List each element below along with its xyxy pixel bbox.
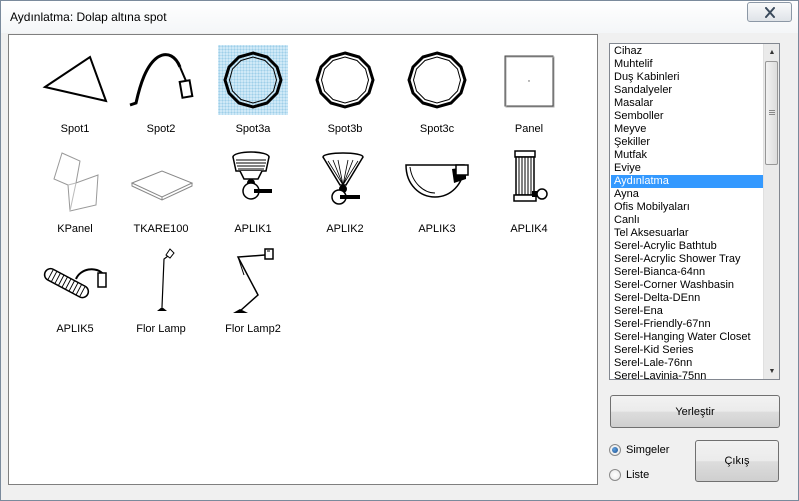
category-listbox[interactable]: Cihaz Muhtelif Duş Kabinleri Sandalyeler… bbox=[609, 43, 780, 380]
symbol-label: Flor Lamp2 bbox=[225, 323, 281, 335]
radio-symbols[interactable]: Simgeler bbox=[609, 444, 669, 456]
category-item[interactable]: Mutfak bbox=[611, 149, 764, 162]
window-title: Aydınlatma: Dolap altına spot bbox=[10, 10, 167, 24]
category-item[interactable]: Serel-Friendly-67nn bbox=[611, 318, 764, 331]
wall-lamp-4-icon bbox=[494, 145, 564, 215]
symbol-label: APLIK5 bbox=[56, 323, 94, 335]
scroll-down-icon[interactable]: ▼ bbox=[764, 363, 779, 379]
symbol-grid: Spot1 Spot2 Spot3a Spot3b Spot3c Panel K… bbox=[8, 34, 598, 485]
symbol-label: Spot2 bbox=[146, 123, 176, 135]
wall-lamp-1-icon bbox=[218, 145, 288, 215]
category-item[interactable]: Tel Aksesuarlar bbox=[611, 227, 764, 240]
symbol-label: Panel bbox=[514, 123, 544, 135]
grip-icon bbox=[769, 110, 775, 116]
symbol-item[interactable]: APLIK4 bbox=[486, 145, 572, 241]
square-tile-icon bbox=[126, 145, 196, 215]
category-item[interactable]: Serel-Lale-76nn bbox=[611, 357, 764, 370]
category-item[interactable]: Semboller bbox=[611, 110, 764, 123]
close-button[interactable] bbox=[747, 2, 792, 22]
symbol-label: Spot3b bbox=[327, 123, 363, 135]
wall-lamp-5-icon bbox=[40, 245, 110, 315]
symbol-item[interactable]: Spot2 bbox=[118, 45, 204, 141]
symbol-label: TKARE100 bbox=[133, 223, 189, 235]
spot-gooseneck-icon bbox=[126, 45, 196, 115]
symbol-label: KPanel bbox=[57, 223, 93, 235]
exit-button[interactable]: Çıkış bbox=[695, 440, 779, 482]
spot-dodecagon-icon bbox=[402, 45, 472, 115]
category-item[interactable]: Sandalyeler bbox=[611, 84, 764, 97]
symbol-item[interactable]: Flor Lamp2 bbox=[210, 245, 296, 341]
symbol-item[interactable]: Spot3c bbox=[394, 45, 480, 141]
category-item[interactable]: Duş Kabinleri bbox=[611, 71, 764, 84]
symbol-item[interactable]: Spot3b bbox=[302, 45, 388, 141]
category-item[interactable]: Serel-Bianca-64nn bbox=[611, 266, 764, 279]
category-item[interactable]: Serel-Lavinia-75nn bbox=[611, 370, 764, 379]
category-item[interactable]: Meyve bbox=[611, 123, 764, 136]
category-item[interactable]: Serel-Kid Series bbox=[611, 344, 764, 357]
scrollbar-thumb[interactable] bbox=[765, 61, 778, 165]
symbol-item[interactable]: APLIK1 bbox=[210, 145, 296, 241]
title-bar: Aydınlatma: Dolap altına spot bbox=[1, 1, 798, 33]
symbol-label: Flor Lamp bbox=[136, 323, 186, 335]
category-item[interactable]: Ayna bbox=[611, 188, 764, 201]
place-button[interactable]: Yerleştir bbox=[610, 395, 780, 428]
floor-lamp-icon bbox=[126, 245, 196, 315]
symbol-item[interactable]: APLIK5 bbox=[32, 245, 118, 341]
symbol-item[interactable]: KPanel bbox=[32, 145, 118, 241]
radio-symbols-label: Simgeler bbox=[626, 444, 670, 456]
category-item-selected[interactable]: Aydınlatma bbox=[611, 175, 764, 188]
category-items: Cihaz Muhtelif Duş Kabinleri Sandalyeler… bbox=[611, 45, 764, 379]
symbol-item[interactable]: APLIK2 bbox=[302, 145, 388, 241]
symbol-label: APLIK1 bbox=[234, 223, 272, 235]
symbol-label: APLIK2 bbox=[326, 223, 364, 235]
category-item[interactable]: Serel-Hanging Water Closet bbox=[611, 331, 764, 344]
symbol-item[interactable]: TKARE100 bbox=[118, 145, 204, 241]
category-item[interactable]: Serel-Ena bbox=[611, 305, 764, 318]
symbol-label: Spot3c bbox=[419, 123, 455, 135]
category-item[interactable]: Canlı bbox=[611, 214, 764, 227]
symbol-item[interactable]: Flor Lamp bbox=[118, 245, 204, 341]
radio-unchecked-icon bbox=[609, 469, 621, 481]
dialog-window: Aydınlatma: Dolap altına spot Spot1 Spot… bbox=[0, 0, 799, 501]
wall-lamp-3-icon bbox=[402, 145, 472, 215]
scroll-up-icon[interactable]: ▲ bbox=[764, 44, 779, 60]
symbol-label: APLIK4 bbox=[510, 223, 548, 235]
floor-lamp-arm-icon bbox=[218, 245, 288, 315]
radio-list[interactable]: Liste bbox=[609, 469, 649, 481]
kpanel-folded-icon bbox=[40, 145, 110, 215]
category-item[interactable]: Serel-Acrylic Bathtub bbox=[611, 240, 764, 253]
category-item[interactable]: Serel-Corner Washbasin bbox=[611, 279, 764, 292]
symbol-item-selected[interactable]: Spot3a bbox=[210, 45, 296, 141]
symbol-item[interactable]: APLIK3 bbox=[394, 145, 480, 241]
category-item[interactable]: Serel-Acrylic Shower Tray bbox=[611, 253, 764, 266]
close-icon bbox=[764, 6, 775, 18]
radio-checked-icon bbox=[609, 444, 621, 456]
spot-dodecagon-icon bbox=[218, 45, 288, 115]
symbol-label: APLIK3 bbox=[418, 223, 456, 235]
category-item[interactable]: Cihaz bbox=[611, 45, 764, 58]
symbol-label: Spot1 bbox=[60, 123, 90, 135]
radio-list-label: Liste bbox=[626, 469, 650, 481]
wall-lamp-2-icon bbox=[310, 145, 380, 215]
spot-triangle-icon bbox=[40, 45, 110, 115]
symbol-item[interactable]: Panel bbox=[486, 45, 572, 141]
category-item[interactable]: Ofis Mobilyaları bbox=[611, 201, 764, 214]
symbol-label: Spot3a bbox=[235, 123, 271, 135]
spot-dodecagon-icon bbox=[310, 45, 380, 115]
category-item[interactable]: Masalar bbox=[611, 97, 764, 110]
category-scrollbar[interactable]: ▲ ▼ bbox=[763, 44, 779, 379]
category-item[interactable]: Serel-Delta-DEnn bbox=[611, 292, 764, 305]
symbol-item[interactable]: Spot1 bbox=[32, 45, 118, 141]
panel-square-icon bbox=[494, 45, 564, 115]
category-item[interactable]: Eviye bbox=[611, 162, 764, 175]
category-item[interactable]: Muhtelif bbox=[611, 58, 764, 71]
category-item[interactable]: Şekiller bbox=[611, 136, 764, 149]
